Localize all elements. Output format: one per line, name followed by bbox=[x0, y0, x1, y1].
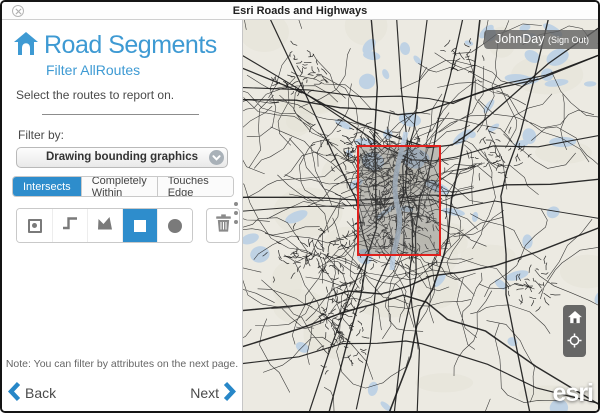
note-text: Note: You can filter by attributes on th… bbox=[2, 358, 242, 370]
esri-logo: esri bbox=[553, 379, 593, 408]
user-badge[interactable]: JohnDay (Sign Out) bbox=[484, 30, 598, 49]
tab-intersects[interactable]: Intersects bbox=[13, 177, 81, 196]
selection-rectangle-graphic bbox=[358, 146, 440, 255]
draw-polyline-tool[interactable] bbox=[52, 209, 87, 242]
dropdown-value: Drawing bounding graphics bbox=[46, 151, 198, 163]
title-bar: Esri Roads and Highways bbox=[2, 2, 598, 20]
app-window: Esri Roads and Highways Road Segments Fi… bbox=[0, 0, 600, 413]
next-button[interactable]: Next bbox=[190, 382, 236, 404]
spatial-relation-tabs: Intersects Completely Within Touches Edg… bbox=[12, 176, 234, 197]
draw-polygon-tool[interactable] bbox=[87, 209, 122, 242]
locate-button[interactable] bbox=[563, 331, 586, 354]
map-canvas[interactable] bbox=[243, 20, 598, 411]
draw-rectangle-tool[interactable] bbox=[122, 209, 157, 242]
draw-point-tool[interactable] bbox=[17, 209, 52, 242]
chevron-down-icon bbox=[209, 150, 224, 165]
chevron-right-icon bbox=[224, 382, 236, 404]
rectangle-icon bbox=[134, 220, 146, 232]
divider bbox=[42, 114, 199, 115]
map-controls bbox=[563, 305, 586, 357]
close-icon[interactable] bbox=[12, 5, 24, 17]
draw-circle-tool[interactable] bbox=[157, 209, 192, 242]
crosshair-icon bbox=[567, 333, 582, 353]
description-text: Select the routes to report on. bbox=[16, 88, 242, 102]
filter-panel: Road Segments Filter AllRoutes Select th… bbox=[2, 20, 242, 411]
home-icon bbox=[14, 32, 38, 60]
home-extent-button[interactable] bbox=[563, 308, 586, 331]
next-label: Next bbox=[190, 385, 219, 401]
trash-icon bbox=[215, 214, 232, 237]
chevron-left-icon bbox=[8, 382, 20, 404]
polygon-icon bbox=[97, 216, 113, 235]
username: JohnDay bbox=[495, 32, 544, 46]
sign-out-link[interactable]: (Sign Out) bbox=[548, 35, 589, 45]
home-icon bbox=[568, 311, 582, 329]
back-label: Back bbox=[25, 385, 56, 401]
back-button[interactable]: Back bbox=[8, 382, 56, 404]
point-icon bbox=[28, 219, 42, 233]
map-container: JohnDay (Sign Out) bbox=[242, 20, 598, 411]
tab-completely-within[interactable]: Completely Within bbox=[81, 177, 157, 196]
page-subtitle: Filter AllRoutes bbox=[46, 62, 242, 78]
draw-tools bbox=[16, 208, 242, 243]
circle-icon bbox=[168, 219, 182, 233]
window-title: Esri Roads and Highways bbox=[233, 5, 367, 17]
filter-method-dropdown[interactable]: Drawing bounding graphics bbox=[16, 147, 228, 168]
page-title: Road Segments bbox=[44, 31, 217, 60]
panel-resize-handle[interactable] bbox=[234, 202, 238, 224]
wizard-footer: Back Next bbox=[8, 382, 236, 404]
filter-by-label: Filter by: bbox=[18, 128, 242, 142]
tab-touches-edge[interactable]: Touches Edge bbox=[157, 177, 233, 196]
polyline-icon bbox=[62, 215, 78, 236]
